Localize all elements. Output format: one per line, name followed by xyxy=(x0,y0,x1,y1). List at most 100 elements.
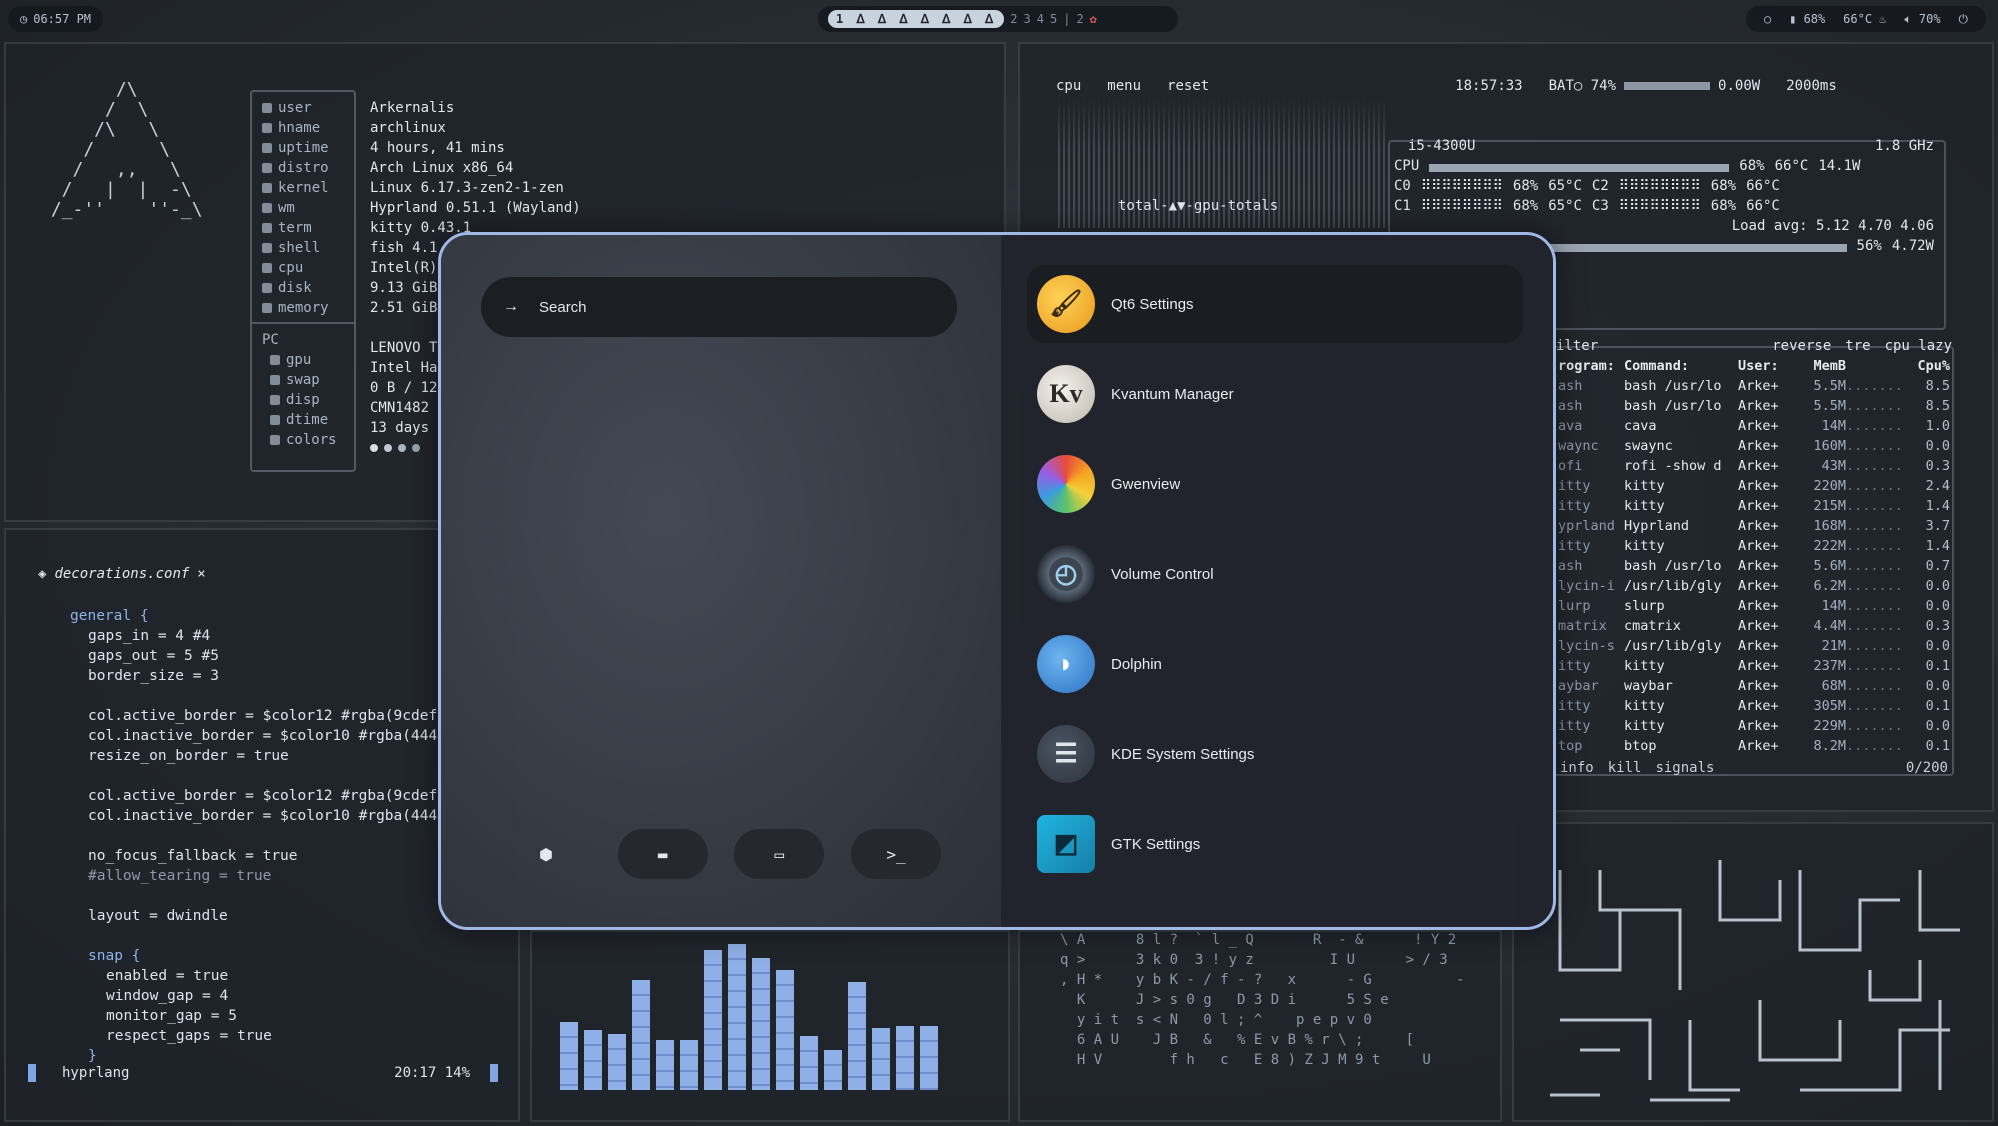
fetch-key-cpu: cpu xyxy=(262,258,344,278)
code-line[interactable]: border_size = 3 xyxy=(70,666,437,686)
process-row[interactable]: top btop Arke+ 8.2M........ 0.1 xyxy=(1558,738,1950,758)
code-line[interactable] xyxy=(70,886,437,906)
process-row[interactable]: waync swaync Arke+ 160M........ 0.0 xyxy=(1558,438,1950,458)
process-row[interactable]: lurp slurp Arke+ 14M........ 0.0 xyxy=(1558,598,1950,618)
proc-sort[interactable]: cpu lazy xyxy=(1885,338,1952,354)
btop-tab-reset[interactable]: reset xyxy=(1167,78,1209,94)
code-line[interactable]: } xyxy=(70,1046,437,1066)
cpu-icon xyxy=(262,263,272,273)
proc-tree[interactable]: tre xyxy=(1845,338,1870,354)
process-memory: 160M xyxy=(1813,438,1846,454)
editor-code[interactable]: general {gaps_in = 4 #4 gaps_out = 5 #5 bo… xyxy=(70,606,437,1066)
btop-tab-menu[interactable]: menu xyxy=(1107,78,1141,94)
process-row[interactable]: ash bash /usr/lo Arke+ 5.6M........ 0.7 xyxy=(1558,558,1950,578)
code-line[interactable]: enabled = true xyxy=(70,966,437,986)
code-line[interactable]: gaps_in = 4 #4 xyxy=(70,626,437,646)
process-row[interactable]: itty kitty Arke+ 237M........ 0.1 xyxy=(1558,658,1950,678)
apps-mode-button[interactable]: ⬢ xyxy=(501,829,591,879)
process-row[interactable]: matrix cmatrix Arke+ 4.4M........ 0.3 xyxy=(1558,618,1950,638)
close-tab-icon[interactable]: × xyxy=(197,566,205,582)
gpu-graph-label: total-▲▼-gpu-totals xyxy=(1118,198,1279,214)
code-line[interactable]: gaps_out = 5 #5 xyxy=(70,646,437,666)
workspace-1[interactable]: 1 ᐃ ᐃ ᐃ ᐃ ᐃ ᐃ ᐃ xyxy=(828,10,1005,28)
code-line[interactable] xyxy=(70,686,437,706)
clock-widget[interactable]: ◷ 06:57 PM xyxy=(8,6,104,32)
process-program: top xyxy=(1558,738,1583,754)
process-row[interactable]: itty kitty Arke+ 220M........ 2.4 xyxy=(1558,478,1950,498)
process-column-header[interactable]: rogram: xyxy=(1558,358,1624,378)
search-placeholder: Search xyxy=(539,298,587,316)
process-column-header[interactable]: User: xyxy=(1738,358,1798,378)
code-line[interactable]: window_gap = 4 xyxy=(70,986,437,1006)
proc-kill-button[interactable]: kill xyxy=(1608,760,1642,776)
code-line[interactable] xyxy=(70,926,437,946)
editor-tab[interactable]: ◈ decorations.conf × xyxy=(38,566,206,582)
workspace-2[interactable]: 2 xyxy=(1010,12,1017,26)
process-row[interactable]: lycin-s/usr/lib/gly Arke+ 21M........ 0.0 xyxy=(1558,638,1950,658)
proc-signals-button[interactable]: signals xyxy=(1655,760,1714,776)
app-item-gwenview[interactable]: Gwenview xyxy=(1027,445,1523,523)
process-row[interactable]: itty kitty Arke+ 222M........ 1.4 xyxy=(1558,538,1950,558)
process-row[interactable]: yprland Hyprland Arke+ 168M........ 3.7 xyxy=(1558,518,1950,538)
code-line[interactable]: resize_on_border = true xyxy=(70,746,437,766)
app-item-kvantum[interactable]: Kv Kvantum Manager xyxy=(1027,355,1523,433)
workspace-4[interactable]: 4 xyxy=(1037,12,1044,26)
proc-info-button[interactable]: info xyxy=(1560,760,1594,776)
code-line[interactable]: col.inactive_border = $color10 #rgba(444 xyxy=(70,806,437,826)
process-row[interactable]: ofi rofi -show d Arke+ 43M........ 0.3 xyxy=(1558,458,1950,478)
process-row[interactable]: itty kitty Arke+ 305M........ 0.1 xyxy=(1558,698,1950,718)
battery-status[interactable]: ▮ 68% xyxy=(1789,12,1825,26)
process-row[interactable]: ava cava Arke+ 14M........ 1.0 xyxy=(1558,418,1950,438)
core-temp: 65°C xyxy=(1548,178,1582,194)
app-item-qt6-settings[interactable]: 🖌︎ Qt6 Settings xyxy=(1027,265,1523,343)
code-line[interactable]: monitor_gap = 5 xyxy=(70,1006,437,1026)
temperature-status[interactable]: 66°C ♨ xyxy=(1843,12,1886,26)
code-line[interactable]: no_focus_fallback = true xyxy=(70,846,437,866)
files-mode-button[interactable]: ▬ xyxy=(617,829,708,879)
visualizer-bar xyxy=(776,970,794,1090)
process-row[interactable]: itty kitty Arke+ 215M........ 1.4 xyxy=(1558,498,1950,518)
btop-tab-cpu[interactable]: cpu xyxy=(1056,78,1081,94)
visualizer-bar xyxy=(872,1028,890,1090)
fetch-key-dtime: dtime xyxy=(262,410,344,430)
core-row: C1 ⠿⠿⠿⠿⠿⠿⠿⠿ 68% 65°C C3 ⠿⠿⠿⠿⠿⠿⠿⠿ 68% 66°C xyxy=(1390,198,1946,218)
windows-mode-button[interactable]: ▭ xyxy=(734,829,825,879)
process-row[interactable]: lycin-i/usr/lib/gly Arke+ 6.2M........ 0.0 xyxy=(1558,578,1950,598)
special-workspace[interactable]: 2 xyxy=(1076,12,1083,26)
code-line[interactable] xyxy=(70,766,437,786)
code-line[interactable]: general { xyxy=(70,606,437,626)
workspace-5[interactable]: 5 xyxy=(1050,12,1057,26)
process-column-header[interactable]: Cpu% xyxy=(1906,358,1950,378)
process-column-header[interactable]: Command: xyxy=(1624,358,1738,378)
power-icon[interactable]: ⏻ xyxy=(1959,12,1969,27)
code-line[interactable]: snap { xyxy=(70,946,437,966)
notification-icon[interactable]: ○ xyxy=(1764,12,1771,26)
app-item-dolphin[interactable]: ◗ Dolphin xyxy=(1027,625,1523,703)
volume-status[interactable]: 🔈︎ 70% xyxy=(1904,12,1940,27)
proc-reverse[interactable]: reverse xyxy=(1772,338,1831,354)
app-item-kde-settings[interactable]: ☰ KDE System Settings xyxy=(1027,715,1523,793)
process-cpu-graph: ........ xyxy=(1846,498,1906,514)
code-line[interactable]: col.inactive_border = $color10 #rgba(444 xyxy=(70,726,437,746)
app-item-gtk-settings[interactable]: ◩ GTK Settings xyxy=(1027,805,1523,883)
code-line[interactable]: col.active_border = $color12 #rgba(9cdef xyxy=(70,786,437,806)
code-line[interactable]: col.active_border = $color12 #rgba(9cdef xyxy=(70,706,437,726)
fetch-pc-label: PC xyxy=(262,332,279,348)
code-line[interactable] xyxy=(70,826,437,846)
app-item-volume-control[interactable]: ◴ Volume Control xyxy=(1027,535,1523,613)
process-program: ofi xyxy=(1558,458,1583,474)
process-row[interactable]: ash bash /usr/lo Arke+ 5.5M........ 8.5 xyxy=(1558,378,1950,398)
process-row[interactable]: aybar waybar Arke+ 68M........ 0.0 xyxy=(1558,678,1950,698)
search-input[interactable]: → Search xyxy=(481,277,957,337)
code-line[interactable]: respect_gaps = true xyxy=(70,1026,437,1046)
process-row[interactable]: itty kitty Arke+ 229M........ 0.0 xyxy=(1558,718,1950,738)
top-bar: ◷ 06:57 PM 1 ᐃ ᐃ ᐃ ᐃ ᐃ ᐃ ᐃ 2 3 4 5 | 2 ✿… xyxy=(0,0,1998,36)
workspace-3[interactable]: 3 xyxy=(1024,12,1031,26)
proc-filter[interactable]: ilter xyxy=(1556,338,1598,354)
process-column-header[interactable]: MemB xyxy=(1798,358,1846,378)
code-line[interactable]: #allow_tearing = true xyxy=(70,866,437,886)
run-mode-button[interactable]: >_ xyxy=(850,829,941,879)
process-row[interactable]: ash bash /usr/lo Arke+ 5.5M........ 8.5 xyxy=(1558,398,1950,418)
code-line[interactable]: layout = dwindle xyxy=(70,906,437,926)
btop-interval[interactable]: 2000ms xyxy=(1786,78,1837,94)
